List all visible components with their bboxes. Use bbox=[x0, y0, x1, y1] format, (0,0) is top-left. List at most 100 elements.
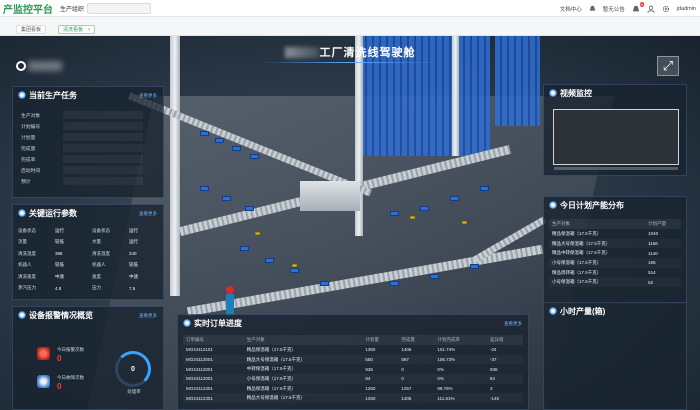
param-label: 机器人 bbox=[92, 262, 106, 268]
panel-bullet-icon bbox=[18, 91, 26, 99]
bell-icon[interactable] bbox=[589, 5, 596, 12]
docs-link[interactable]: 文档中心 bbox=[560, 5, 582, 13]
params-grid: 设备状态 运行 设备状态 运行 流量 较低 水量 运行 清洗温度 396 清洗温度 240 机器人… bbox=[18, 225, 166, 294]
today-fault-value: 0 bbox=[57, 382, 62, 391]
today-fault-stat: 今日故障次数 0 bbox=[37, 375, 97, 393]
panel-header: 小时产量(箱) bbox=[544, 303, 686, 319]
task-field-row: 生产对象 bbox=[13, 110, 153, 121]
fullscreen-icon[interactable]: ⤢ bbox=[657, 56, 679, 76]
table-cell: 1260 bbox=[365, 386, 376, 392]
table-cell: MO24112301 bbox=[183, 393, 244, 403]
table-row[interactable]: MO24112001 小号保温箱（17.5千克） 84 0 0% 84 bbox=[183, 374, 523, 384]
view-more-link[interactable]: 查看更多 bbox=[139, 93, 157, 99]
dashboard-title: 工厂清洗线驾驶舱 bbox=[319, 47, 416, 59]
capacity-table-wrap: 生产对象 计划产量 精品保温箱（17.5千克） 1040 精品大号保温箱（17.5… bbox=[549, 219, 681, 287]
table-row[interactable]: MO24112301 精品保温箱（17.5千克） 1260 1257 99.76% 3 bbox=[183, 384, 523, 394]
today-alarm-label: 今日报警次数 bbox=[57, 347, 84, 352]
params-row: 蒸汽压力 4.8 压力 7.5 bbox=[18, 283, 166, 295]
notification-badge: 5 bbox=[639, 1, 644, 7]
param-value: 运行 bbox=[129, 239, 138, 245]
gauge-label: 处理率 bbox=[127, 389, 141, 394]
panel-title: 今日计划产能分布 bbox=[560, 201, 624, 210]
video-scrollbar[interactable] bbox=[554, 167, 678, 170]
table-cell: MO24112001 bbox=[183, 355, 244, 365]
crate-label bbox=[462, 221, 467, 224]
table-row[interactable]: MO24112101 精品保温箱（17.5千克） 1380 1406 101.74% -2… bbox=[183, 345, 523, 355]
today-alarm-value: 0 bbox=[57, 354, 62, 363]
company-logo-icon bbox=[16, 61, 26, 71]
notification-icon[interactable]: 5 bbox=[632, 1, 644, 13]
gear-icon[interactable] bbox=[662, 5, 670, 13]
table-cell: 936 bbox=[365, 366, 373, 372]
table-cell: 1040 bbox=[648, 231, 659, 237]
view-more-link[interactable]: 查看更多 bbox=[139, 313, 157, 319]
tab-group-board[interactable]: 集团看板 bbox=[16, 25, 47, 34]
param-label: 流量 bbox=[18, 239, 27, 245]
table-cell: 精品周转箱（17.5千克） bbox=[552, 269, 602, 275]
params-row: 清洗温度 396 清洗温度 240 bbox=[18, 248, 166, 260]
crate bbox=[290, 268, 299, 273]
pillar bbox=[170, 36, 180, 296]
table-row[interactable]: MO24112001 中转保温箱（17.5千克） 936 0 0% 936 bbox=[183, 364, 523, 374]
table-row[interactable]: 精品保温箱（17.5千克） 1040 bbox=[549, 229, 681, 239]
gauge-value: 0 bbox=[131, 366, 135, 373]
panel-title: 小时产量(箱) bbox=[560, 307, 606, 316]
table-row[interactable]: 精品中转保温箱（17.5千克） 1140 bbox=[549, 248, 681, 258]
table-cell: 106.73% bbox=[434, 355, 487, 365]
table-cell: 小号保温箱（17.5千克） bbox=[244, 374, 363, 384]
top-bar: 产监控平台 生产组织 文档中心 暂无公告 5 jdadmin bbox=[0, 0, 700, 17]
username[interactable]: jdadmin bbox=[677, 6, 696, 12]
table-cell: 101.74% bbox=[437, 347, 456, 353]
field-value bbox=[63, 166, 143, 174]
panel-header: 今日计划产能分布 bbox=[544, 197, 686, 213]
field-label: 启动时间 bbox=[21, 169, 41, 174]
table-cell: 111.51% bbox=[434, 393, 487, 403]
panel-header: 关键运行参数 查看更多 bbox=[13, 205, 163, 221]
table-cell: 3 bbox=[489, 386, 493, 392]
alarm-panel: 设备报警情况概览 查看更多 今日报警次数 0 今日故障次数 0 0 处理率 bbox=[12, 306, 164, 410]
company-logo-text bbox=[28, 61, 62, 71]
table-cell: 精品保温箱（17.5千克） bbox=[246, 385, 297, 391]
today-fault-label: 今日故障次数 bbox=[57, 375, 84, 380]
panel-bullet-icon bbox=[18, 311, 26, 319]
field-label: 完成率 bbox=[21, 158, 36, 163]
table-row[interactable]: 精品周转箱（17.5千克） 514 bbox=[549, 268, 681, 278]
task-field-row: 完成量 bbox=[13, 143, 153, 154]
user-icon[interactable] bbox=[647, 5, 655, 13]
org-select[interactable] bbox=[87, 2, 152, 14]
handling-rate-gauge: 0 bbox=[115, 351, 151, 387]
table-cell: 精品大号保温箱（17.5千克） bbox=[244, 393, 363, 403]
crate bbox=[265, 258, 274, 263]
key-params-panel: 关键运行参数 查看更多 设备状态 运行 设备状态 运行 流量 较低 水量 运行 清洗温度 39… bbox=[12, 204, 164, 300]
table-row[interactable]: 精品大号保温箱（17.5千克） 1166 bbox=[549, 239, 681, 249]
param-label: 机器人 bbox=[18, 262, 32, 268]
table-cell: 1406 bbox=[401, 347, 412, 353]
task-field-row: 计划编号 bbox=[13, 121, 153, 132]
view-more-link[interactable]: 查看更多 bbox=[139, 211, 157, 217]
tab-bar: 集团看板 清洗看板 × bbox=[0, 17, 700, 36]
table-cell: MO24112301 bbox=[186, 386, 213, 392]
dashboard-stage: 工厂清洗线驾驶舱 ⤢ 当前生产任务 查看更多 生产对象 计划编号 计划量 完成量… bbox=[0, 36, 700, 410]
table-cell: 550 bbox=[362, 355, 398, 365]
params-row: 流量 较低 水量 运行 bbox=[18, 237, 166, 249]
announcement-link[interactable]: 暂无公告 bbox=[603, 5, 625, 13]
table-row[interactable]: MO24112301 精品大号保温箱（17.5千克） 1260 1405 111.51%… bbox=[183, 393, 523, 403]
close-icon[interactable]: × bbox=[87, 27, 90, 33]
table-row[interactable]: MO24112001 精品大号保温箱（17.5千克） 550 587 106.73% -3… bbox=[183, 355, 523, 365]
table-cell: 中转保温箱（17.5千克） bbox=[246, 366, 297, 372]
video-feed[interactable] bbox=[553, 109, 679, 165]
param-label: 清洗温度 bbox=[92, 250, 110, 256]
table-cell: MO24112101 bbox=[186, 347, 213, 353]
view-more-link[interactable]: 查看更多 bbox=[504, 321, 522, 327]
app-brand[interactable]: 产监控平台 bbox=[0, 1, 52, 16]
param-value: 396 bbox=[55, 251, 63, 257]
table-cell: 587 bbox=[398, 355, 434, 365]
param-value: 240 bbox=[129, 251, 137, 257]
tab-wash-board[interactable]: 清洗看板 × bbox=[58, 25, 96, 34]
table-cell: 84 bbox=[362, 374, 398, 384]
table-row[interactable]: 小号保温箱（17.5千克） 52 bbox=[549, 277, 681, 287]
table-row[interactable]: 小号保温箱（17.5千克） 165 bbox=[549, 258, 681, 268]
table-cell: 精品中转保温箱（17.5千克） bbox=[552, 250, 611, 256]
crate bbox=[470, 264, 479, 269]
panel-header: 当前生产任务 查看更多 bbox=[13, 87, 163, 103]
